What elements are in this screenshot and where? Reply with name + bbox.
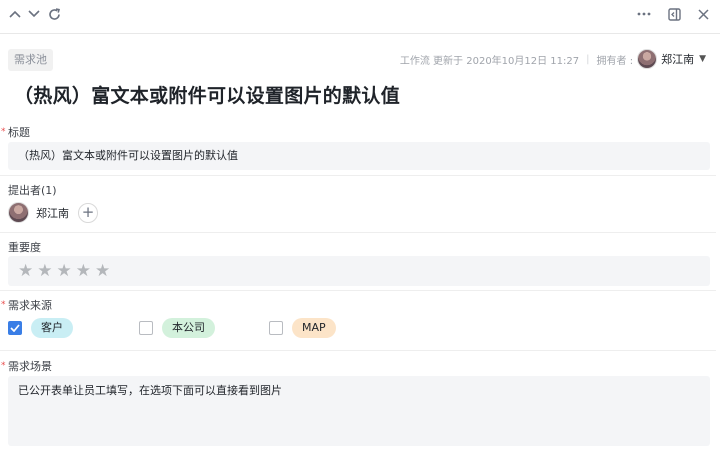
page-title: （热风）富文本或附件可以设置图片的默认值 [14,85,401,107]
divider [0,350,716,351]
pool-tag[interactable]: 需求池 [8,49,53,71]
close-icon[interactable] [694,5,712,23]
divider [0,232,716,233]
option-label: 客户 [31,318,73,338]
submitter-avatar[interactable] [8,202,29,223]
workflow-updated-text: 工作流 更新于 2020年10月12日 11:27 [399,55,580,67]
submitter-row: 郑江南 + [8,202,98,223]
add-submitter-button[interactable]: + [78,202,98,223]
star-icon[interactable]: ★ [76,262,91,280]
chevron-down-icon[interactable] [25,5,43,23]
divider [0,290,716,291]
star-icon[interactable]: ★ [57,262,72,280]
more-icon[interactable] [635,5,653,23]
chevron-up-icon[interactable] [6,5,24,23]
meta-separator: | [586,53,590,65]
title-field-input[interactable]: （热风）富文本或附件可以设置图片的默认值 [8,142,710,170]
meta-info: 工作流 更新于 2020年10月12日 11:27 | 拥有者 : 郑江南 ▼ [400,49,706,69]
top-toolbar [0,0,720,34]
source-option-customer[interactable]: 客户 [8,318,73,338]
star-icon[interactable]: ★ [37,262,52,280]
required-mark: * [1,361,6,371]
refresh-icon[interactable] [45,5,63,23]
source-option-company[interactable]: 本公司 [139,318,215,338]
star-icon[interactable]: ★ [18,262,33,280]
collapse-panel-icon[interactable] [665,5,683,23]
divider [0,175,716,176]
required-mark: * [1,300,6,310]
checkbox[interactable] [139,321,153,335]
importance-rating[interactable]: ★ ★ ★ ★ ★ [8,256,710,286]
owner-label: 拥有者 : [596,55,634,67]
source-label: 需求来源 [8,299,52,312]
owner-dropdown-icon[interactable]: ▼ [699,54,706,64]
checkbox[interactable] [269,321,283,335]
title-field-label: 标题 [8,126,30,139]
checkbox[interactable] [8,321,22,335]
star-icon[interactable]: ★ [95,262,110,280]
scenario-textarea[interactable]: 已公开表单让员工填写，在选项下面可以直接看到图片 [8,376,710,446]
submitter-name[interactable]: 郑江南 [36,205,69,221]
option-label: MAP [292,318,336,338]
owner-avatar[interactable] [637,49,658,69]
importance-label: 重要度 [8,241,41,254]
submitter-label: 提出者(1) [8,184,57,197]
required-mark: * [1,127,6,137]
scenario-label: 需求场景 [8,360,52,373]
owner-name[interactable]: 郑江南 [661,51,694,67]
option-label: 本公司 [162,318,215,338]
source-option-map[interactable]: MAP [269,318,336,338]
